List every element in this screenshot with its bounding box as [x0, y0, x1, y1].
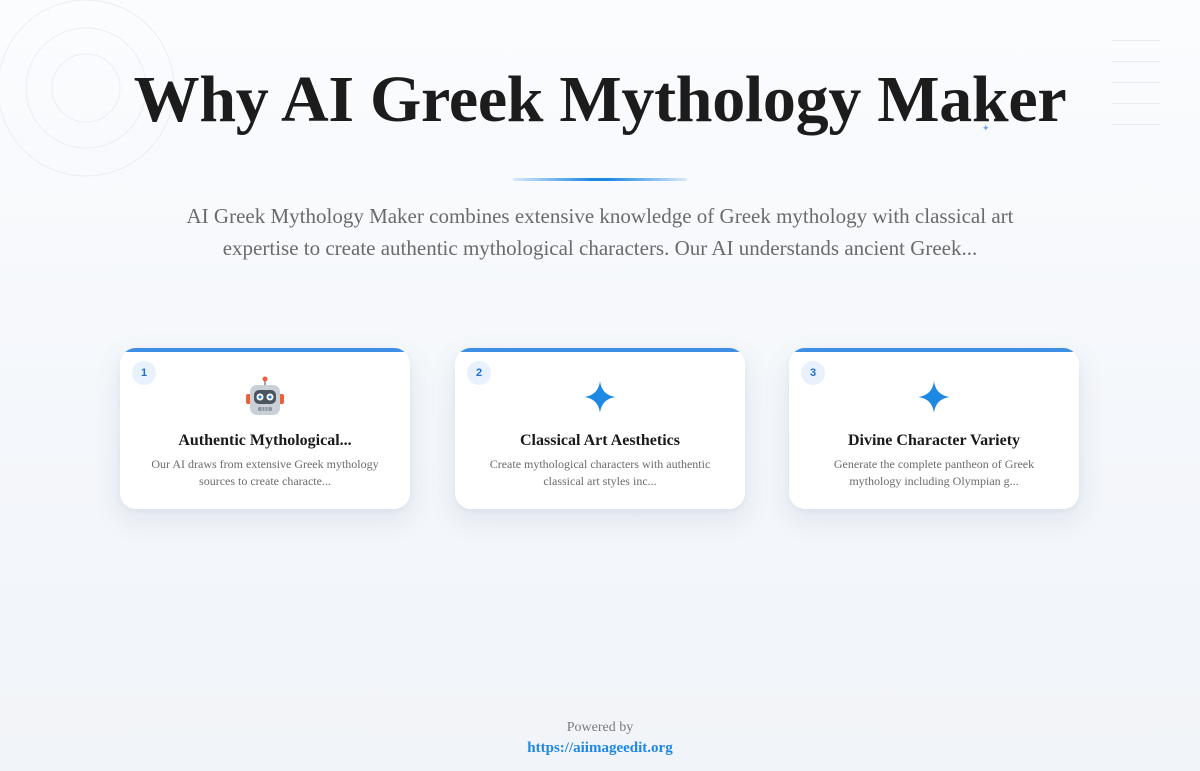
sparkle-icon: [455, 376, 745, 418]
robot-icon: [120, 376, 410, 418]
footer: Powered by https://aiimageedit.org: [0, 718, 1200, 758]
feature-card[interactable]: 2 Classical Art Aesthetics Create mythol…: [455, 348, 745, 509]
card-title: Divine Character Variety: [847, 432, 1021, 449]
card-description: Generate the complete pantheon of Greek …: [833, 457, 1035, 488]
card-description: Our AI draws from extensive Greek mythol…: [151, 457, 379, 488]
feature-card[interactable]: 3 Divine Character Variety Generate the …: [789, 348, 1079, 509]
card-title: Authentic Mythological...: [178, 432, 352, 449]
card-title: Classical Art Aesthetics: [520, 432, 680, 449]
card-description: Create mythological characters with auth…: [489, 457, 711, 488]
title-divider: [513, 178, 687, 181]
footer-link[interactable]: https://aiimageedit.org: [527, 738, 672, 758]
hero-description: AI Greek Mythology Maker combines extens…: [186, 204, 1014, 260]
feature-card[interactable]: 1 Authentic Mythological... Our AI draws…: [120, 348, 410, 509]
page-title: Why AI Greek Mythology Maker: [133, 63, 1067, 136]
sparkle-icon: [789, 376, 1079, 418]
feature-cards: 1 Authentic Mythological... Our AI draws…: [120, 348, 1080, 510]
powered-by-label: Powered by: [566, 720, 634, 735]
